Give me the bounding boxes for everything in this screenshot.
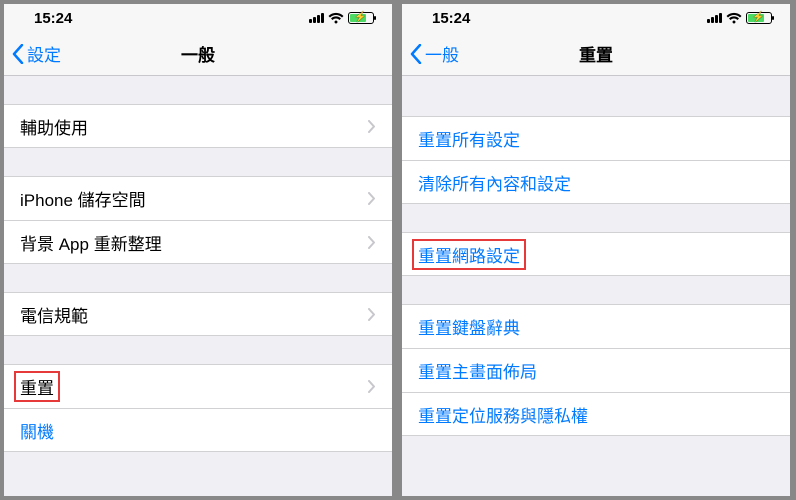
back-label: 設定 [27,41,61,66]
row-label: 重置鍵盤辭典 [418,314,520,339]
wifi-icon [328,12,344,24]
row-reset-home-layout[interactable]: 重置主畫面佈局 [402,348,790,392]
row-label: 輔助使用 [20,114,88,139]
row-label: 重置網路設定 [412,239,526,270]
right-phone: 15:24 ⚡ 一般 重置 重置所有設定 清除所有內容和設定 重置網路設定 [402,4,790,496]
row-label: 關機 [20,418,54,443]
back-label: 一般 [425,41,459,66]
status-time: 15:24 [34,10,72,27]
row-background-refresh[interactable]: 背景 App 重新整理 [4,220,392,264]
row-reset-keyboard[interactable]: 重置鍵盤辭典 [402,304,790,348]
row-label: 重置所有設定 [418,126,520,151]
row-reset[interactable]: 重置 [4,364,392,408]
status-icons: ⚡ [707,12,772,24]
row-label: 重置主畫面佈局 [418,358,537,383]
row-label: iPhone 儲存空間 [20,186,146,211]
row-label: 清除所有內容和設定 [418,170,571,195]
battery-icon: ⚡ [746,12,772,24]
nav-title: 一般 [181,41,215,66]
cell-signal-icon [309,13,324,23]
nav-title: 重置 [579,41,613,66]
row-regulatory[interactable]: 電信規範 [4,292,392,336]
status-bar: 15:24 ⚡ [402,4,790,32]
row-reset-network[interactable]: 重置網路設定 [402,232,790,276]
battery-icon: ⚡ [348,12,374,24]
row-label: 重置 [14,371,60,402]
row-storage[interactable]: iPhone 儲存空間 [4,176,392,220]
chevron-left-icon [410,44,422,64]
row-label: 重置定位服務與隱私權 [418,402,588,427]
row-erase-all[interactable]: 清除所有內容和設定 [402,160,790,204]
status-icons: ⚡ [309,12,374,24]
row-accessibility[interactable]: 輔助使用 [4,104,392,148]
back-button[interactable]: 一般 [402,41,459,66]
row-reset-location-privacy[interactable]: 重置定位服務與隱私權 [402,392,790,436]
nav-bar: 一般 重置 [402,32,790,76]
chevron-right-icon [368,380,376,393]
row-label: 背景 App 重新整理 [20,230,162,255]
cell-signal-icon [707,13,722,23]
reset-list: 重置所有設定 清除所有內容和設定 重置網路設定 重置鍵盤辭典 重置主畫面佈局 重… [402,76,790,436]
left-phone: 15:24 ⚡ 設定 一般 輔助使用 iPhone 儲存空間 [4,4,392,496]
back-button[interactable]: 設定 [4,41,61,66]
chevron-left-icon [12,44,24,64]
row-shutdown[interactable]: 關機 [4,408,392,452]
chevron-right-icon [368,192,376,205]
row-label: 電信規範 [20,302,88,327]
wifi-icon [726,12,742,24]
status-time: 15:24 [432,10,470,27]
chevron-right-icon [368,236,376,249]
chevron-right-icon [368,120,376,133]
settings-list: 輔助使用 iPhone 儲存空間 背景 App 重新整理 電信規範 [4,76,392,452]
status-bar: 15:24 ⚡ [4,4,392,32]
chevron-right-icon [368,308,376,321]
nav-bar: 設定 一般 [4,32,392,76]
row-reset-all-settings[interactable]: 重置所有設定 [402,116,790,160]
